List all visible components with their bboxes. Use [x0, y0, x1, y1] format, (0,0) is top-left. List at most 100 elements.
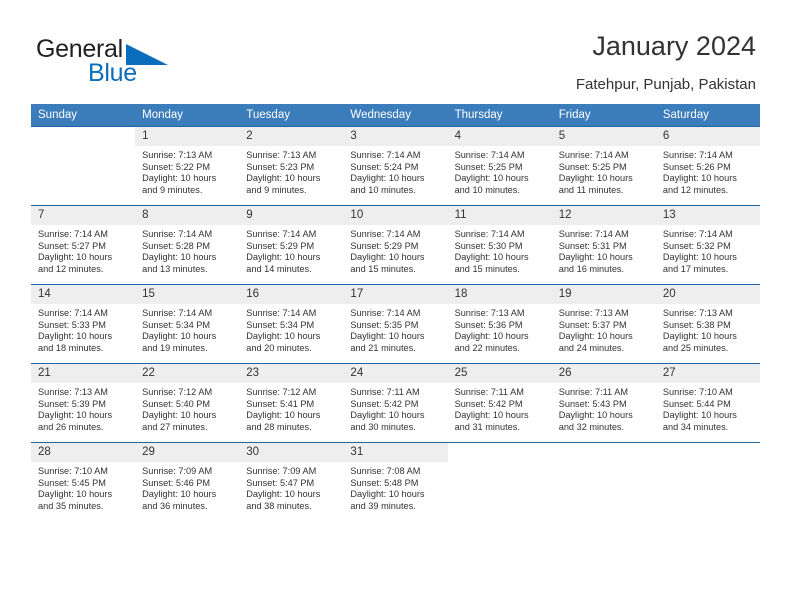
- calendar-header-row: Sunday Monday Tuesday Wednesday Thursday…: [31, 104, 760, 127]
- calendar-day-cell[interactable]: 7 Sunrise: 7:14 AM Sunset: 5:27 PM Daylight…: [31, 205, 136, 285]
- calendar-day-cell[interactable]: 9 Sunrise: 7:14 AM Sunset: 5:29 PM Daylight…: [239, 205, 344, 285]
- calendar-day-cell[interactable]: 3 Sunrise: 7:14 AM Sunset: 5:24 PM Daylight…: [343, 126, 448, 206]
- day-sunset: Sunset: 5:25 PM: [558, 161, 627, 172]
- day-sunset: Sunset: 5:42 PM: [350, 398, 419, 409]
- day-daylight-line2: and 19 minutes.: [142, 342, 208, 353]
- day-daylight-line2: and 39 minutes.: [350, 500, 416, 511]
- calendar-day-cell[interactable]: 31 Sunrise: 7:08 AM Sunset: 5:48 PM Dayligh…: [343, 442, 448, 521]
- calendar-day-cell[interactable]: 25 Sunrise: 7:11 AM Sunset: 5:42 PM Dayligh…: [447, 363, 552, 443]
- day-daylight-line2: and 10 minutes.: [350, 184, 416, 195]
- day-number: 23: [239, 364, 344, 383]
- calendar-day-cell[interactable]: 1 Sunrise: 7:13 AM Sunset: 5:22 PM Daylight…: [135, 126, 240, 206]
- location-subtitle: Fatehpur, Punjab, Pakistan: [575, 76, 756, 93]
- day-number: 7: [31, 206, 136, 225]
- calendar-day-cell[interactable]: 4 Sunrise: 7:14 AM Sunset: 5:25 PM Daylight…: [447, 126, 552, 206]
- day-details: [552, 462, 656, 466]
- weekday-header-tuesday: Tuesday: [239, 104, 344, 127]
- calendar-day-cell[interactable]: 28 Sunrise: 7:10 AM Sunset: 5:45 PM Dayligh…: [31, 442, 136, 521]
- day-sunset: Sunset: 5:40 PM: [142, 398, 211, 409]
- day-daylight-line2: and 16 minutes.: [558, 263, 625, 274]
- day-daylight-line2: and 18 minutes.: [38, 342, 104, 353]
- calendar-day-cell[interactable]: 29 Sunrise: 7:09 AM Sunset: 5:46 PM Dayligh…: [135, 442, 240, 521]
- calendar-day-cell[interactable]: 5 Sunrise: 7:14 AM Sunset: 5:25 PM Daylight…: [551, 126, 656, 206]
- calendar-day-cell[interactable]: 16 Sunrise: 7:14 AM Sunset: 5:34 PM Dayligh…: [239, 284, 344, 364]
- day-sunrise: Sunrise: 7:13 AM: [142, 150, 213, 160]
- calendar-day-cell[interactable]: 13 Sunrise: 7:14 AM Sunset: 5:32 PM Dayligh…: [655, 205, 760, 285]
- calendar-day-cell[interactable]: 6 Sunrise: 7:14 AM Sunset: 5:26 PM Daylight…: [655, 126, 760, 206]
- calendar-body: 1 Sunrise: 7:13 AM Sunset: 5:22 PM Daylight…: [31, 126, 760, 521]
- calendar-day-cell[interactable]: 27 Sunrise: 7:10 AM Sunset: 5:44 PM Dayligh…: [655, 363, 760, 443]
- day-number: 9: [239, 206, 344, 225]
- day-sunrise: Sunrise: 7:09 AM: [246, 466, 317, 476]
- day-details: Sunrise: 7:12 AM Sunset: 5:40 PM Daylight:…: [135, 383, 239, 433]
- day-sunset: Sunset: 5:37 PM: [558, 319, 627, 330]
- day-details: Sunrise: 7:13 AM Sunset: 5:23 PM Daylight:…: [239, 146, 343, 196]
- calendar-week-row: 7 Sunrise: 7:14 AM Sunset: 5:27 PM Daylight…: [31, 205, 760, 285]
- day-daylight-line2: and 13 minutes.: [142, 263, 208, 274]
- calendar-day-cell[interactable]: 8 Sunrise: 7:14 AM Sunset: 5:28 PM Daylight…: [135, 205, 240, 285]
- day-daylight-line2: and 15 minutes.: [350, 263, 416, 274]
- day-details: Sunrise: 7:11 AM Sunset: 5:42 PM Daylight:…: [343, 383, 447, 433]
- day-sunrise: Sunrise: 7:14 AM: [454, 150, 525, 160]
- day-daylight-line1: Daylight: 10 hours: [142, 173, 217, 184]
- day-number: [31, 127, 136, 146]
- day-daylight-line2: and 9 minutes.: [246, 184, 307, 195]
- day-number: 28: [31, 443, 136, 462]
- day-details: Sunrise: 7:13 AM Sunset: 5:37 PM Daylight:…: [552, 304, 656, 354]
- day-details: Sunrise: 7:10 AM Sunset: 5:44 PM Daylight:…: [656, 383, 760, 433]
- day-details: Sunrise: 7:14 AM Sunset: 5:29 PM Daylight:…: [239, 225, 343, 275]
- day-daylight-line2: and 34 minutes.: [662, 421, 729, 432]
- calendar-table: Sunday Monday Tuesday Wednesday Thursday…: [31, 104, 760, 521]
- day-number: 19: [551, 285, 656, 304]
- calendar-day-cell[interactable]: 14 Sunrise: 7:14 AM Sunset: 5:33 PM Dayligh…: [31, 284, 136, 364]
- day-sunrise: Sunrise: 7:14 AM: [350, 229, 421, 239]
- day-sunrise: Sunrise: 7:10 AM: [662, 387, 733, 397]
- day-sunrise: Sunrise: 7:14 AM: [454, 229, 525, 239]
- calendar-day-cell[interactable]: 10 Sunrise: 7:14 AM Sunset: 5:29 PM Dayligh…: [343, 205, 448, 285]
- day-sunset: Sunset: 5:41 PM: [246, 398, 315, 409]
- calendar-day-cell[interactable]: 19 Sunrise: 7:13 AM Sunset: 5:37 PM Dayligh…: [551, 284, 656, 364]
- day-sunrise: Sunrise: 7:12 AM: [142, 387, 213, 397]
- calendar-day-cell[interactable]: 18 Sunrise: 7:13 AM Sunset: 5:36 PM Dayligh…: [447, 284, 552, 364]
- day-daylight-line1: Daylight: 10 hours: [558, 173, 633, 184]
- day-details: Sunrise: 7:13 AM Sunset: 5:22 PM Daylight:…: [135, 146, 239, 196]
- day-daylight-line1: Daylight: 10 hours: [38, 252, 113, 263]
- day-details: [656, 462, 760, 466]
- calendar-day-cell[interactable]: 20 Sunrise: 7:13 AM Sunset: 5:38 PM Dayligh…: [655, 284, 760, 364]
- calendar-day-cell[interactable]: 30 Sunrise: 7:09 AM Sunset: 5:47 PM Dayligh…: [239, 442, 344, 521]
- day-sunrise: Sunrise: 7:10 AM: [38, 466, 108, 476]
- day-number: 18: [447, 285, 552, 304]
- day-number: [655, 443, 760, 462]
- day-number: 27: [655, 364, 760, 383]
- day-daylight-line1: Daylight: 10 hours: [142, 410, 217, 421]
- calendar-week-row: 14 Sunrise: 7:14 AM Sunset: 5:33 PM Dayligh…: [31, 284, 760, 364]
- calendar-day-cell[interactable]: 22 Sunrise: 7:12 AM Sunset: 5:40 PM Dayligh…: [135, 363, 240, 443]
- calendar-day-cell[interactable]: 21 Sunrise: 7:13 AM Sunset: 5:39 PM Dayligh…: [31, 363, 136, 443]
- day-daylight-line2: and 30 minutes.: [350, 421, 416, 432]
- calendar-day-cell[interactable]: 23 Sunrise: 7:12 AM Sunset: 5:41 PM Dayligh…: [239, 363, 344, 443]
- day-number: 21: [31, 364, 136, 383]
- day-details: Sunrise: 7:09 AM Sunset: 5:46 PM Daylight:…: [135, 462, 239, 512]
- day-details: Sunrise: 7:14 AM Sunset: 5:28 PM Daylight:…: [135, 225, 239, 275]
- calendar-day-cell[interactable]: 2 Sunrise: 7:13 AM Sunset: 5:23 PM Daylight…: [239, 126, 344, 206]
- day-number: 3: [343, 127, 448, 146]
- day-number: [551, 443, 656, 462]
- day-daylight-line2: and 15 minutes.: [454, 263, 520, 274]
- day-daylight-line2: and 38 minutes.: [246, 500, 312, 511]
- day-sunrise: Sunrise: 7:14 AM: [142, 308, 213, 318]
- day-sunset: Sunset: 5:31 PM: [558, 240, 627, 251]
- calendar-day-cell[interactable]: 17 Sunrise: 7:14 AM Sunset: 5:35 PM Dayligh…: [343, 284, 448, 364]
- day-details: Sunrise: 7:14 AM Sunset: 5:25 PM Daylight:…: [552, 146, 656, 196]
- day-number: 5: [551, 127, 656, 146]
- calendar-week-row: 1 Sunrise: 7:13 AM Sunset: 5:22 PM Daylight…: [31, 126, 760, 206]
- calendar-day-cell[interactable]: 11 Sunrise: 7:14 AM Sunset: 5:30 PM Dayligh…: [447, 205, 552, 285]
- day-details: Sunrise: 7:10 AM Sunset: 5:45 PM Daylight:…: [31, 462, 135, 512]
- calendar-day-cell[interactable]: 15 Sunrise: 7:14 AM Sunset: 5:34 PM Dayligh…: [135, 284, 240, 364]
- day-daylight-line1: Daylight: 10 hours: [454, 331, 529, 342]
- day-daylight-line1: Daylight: 10 hours: [558, 331, 633, 342]
- day-sunrise: Sunrise: 7:14 AM: [350, 308, 421, 318]
- calendar-day-cell[interactable]: 26 Sunrise: 7:11 AM Sunset: 5:43 PM Dayligh…: [551, 363, 656, 443]
- calendar-day-cell[interactable]: 24 Sunrise: 7:11 AM Sunset: 5:42 PM Dayligh…: [343, 363, 448, 443]
- general-blue-logo[interactable]: General Blue: [36, 36, 216, 90]
- calendar-day-cell[interactable]: 12 Sunrise: 7:14 AM Sunset: 5:31 PM Dayligh…: [551, 205, 656, 285]
